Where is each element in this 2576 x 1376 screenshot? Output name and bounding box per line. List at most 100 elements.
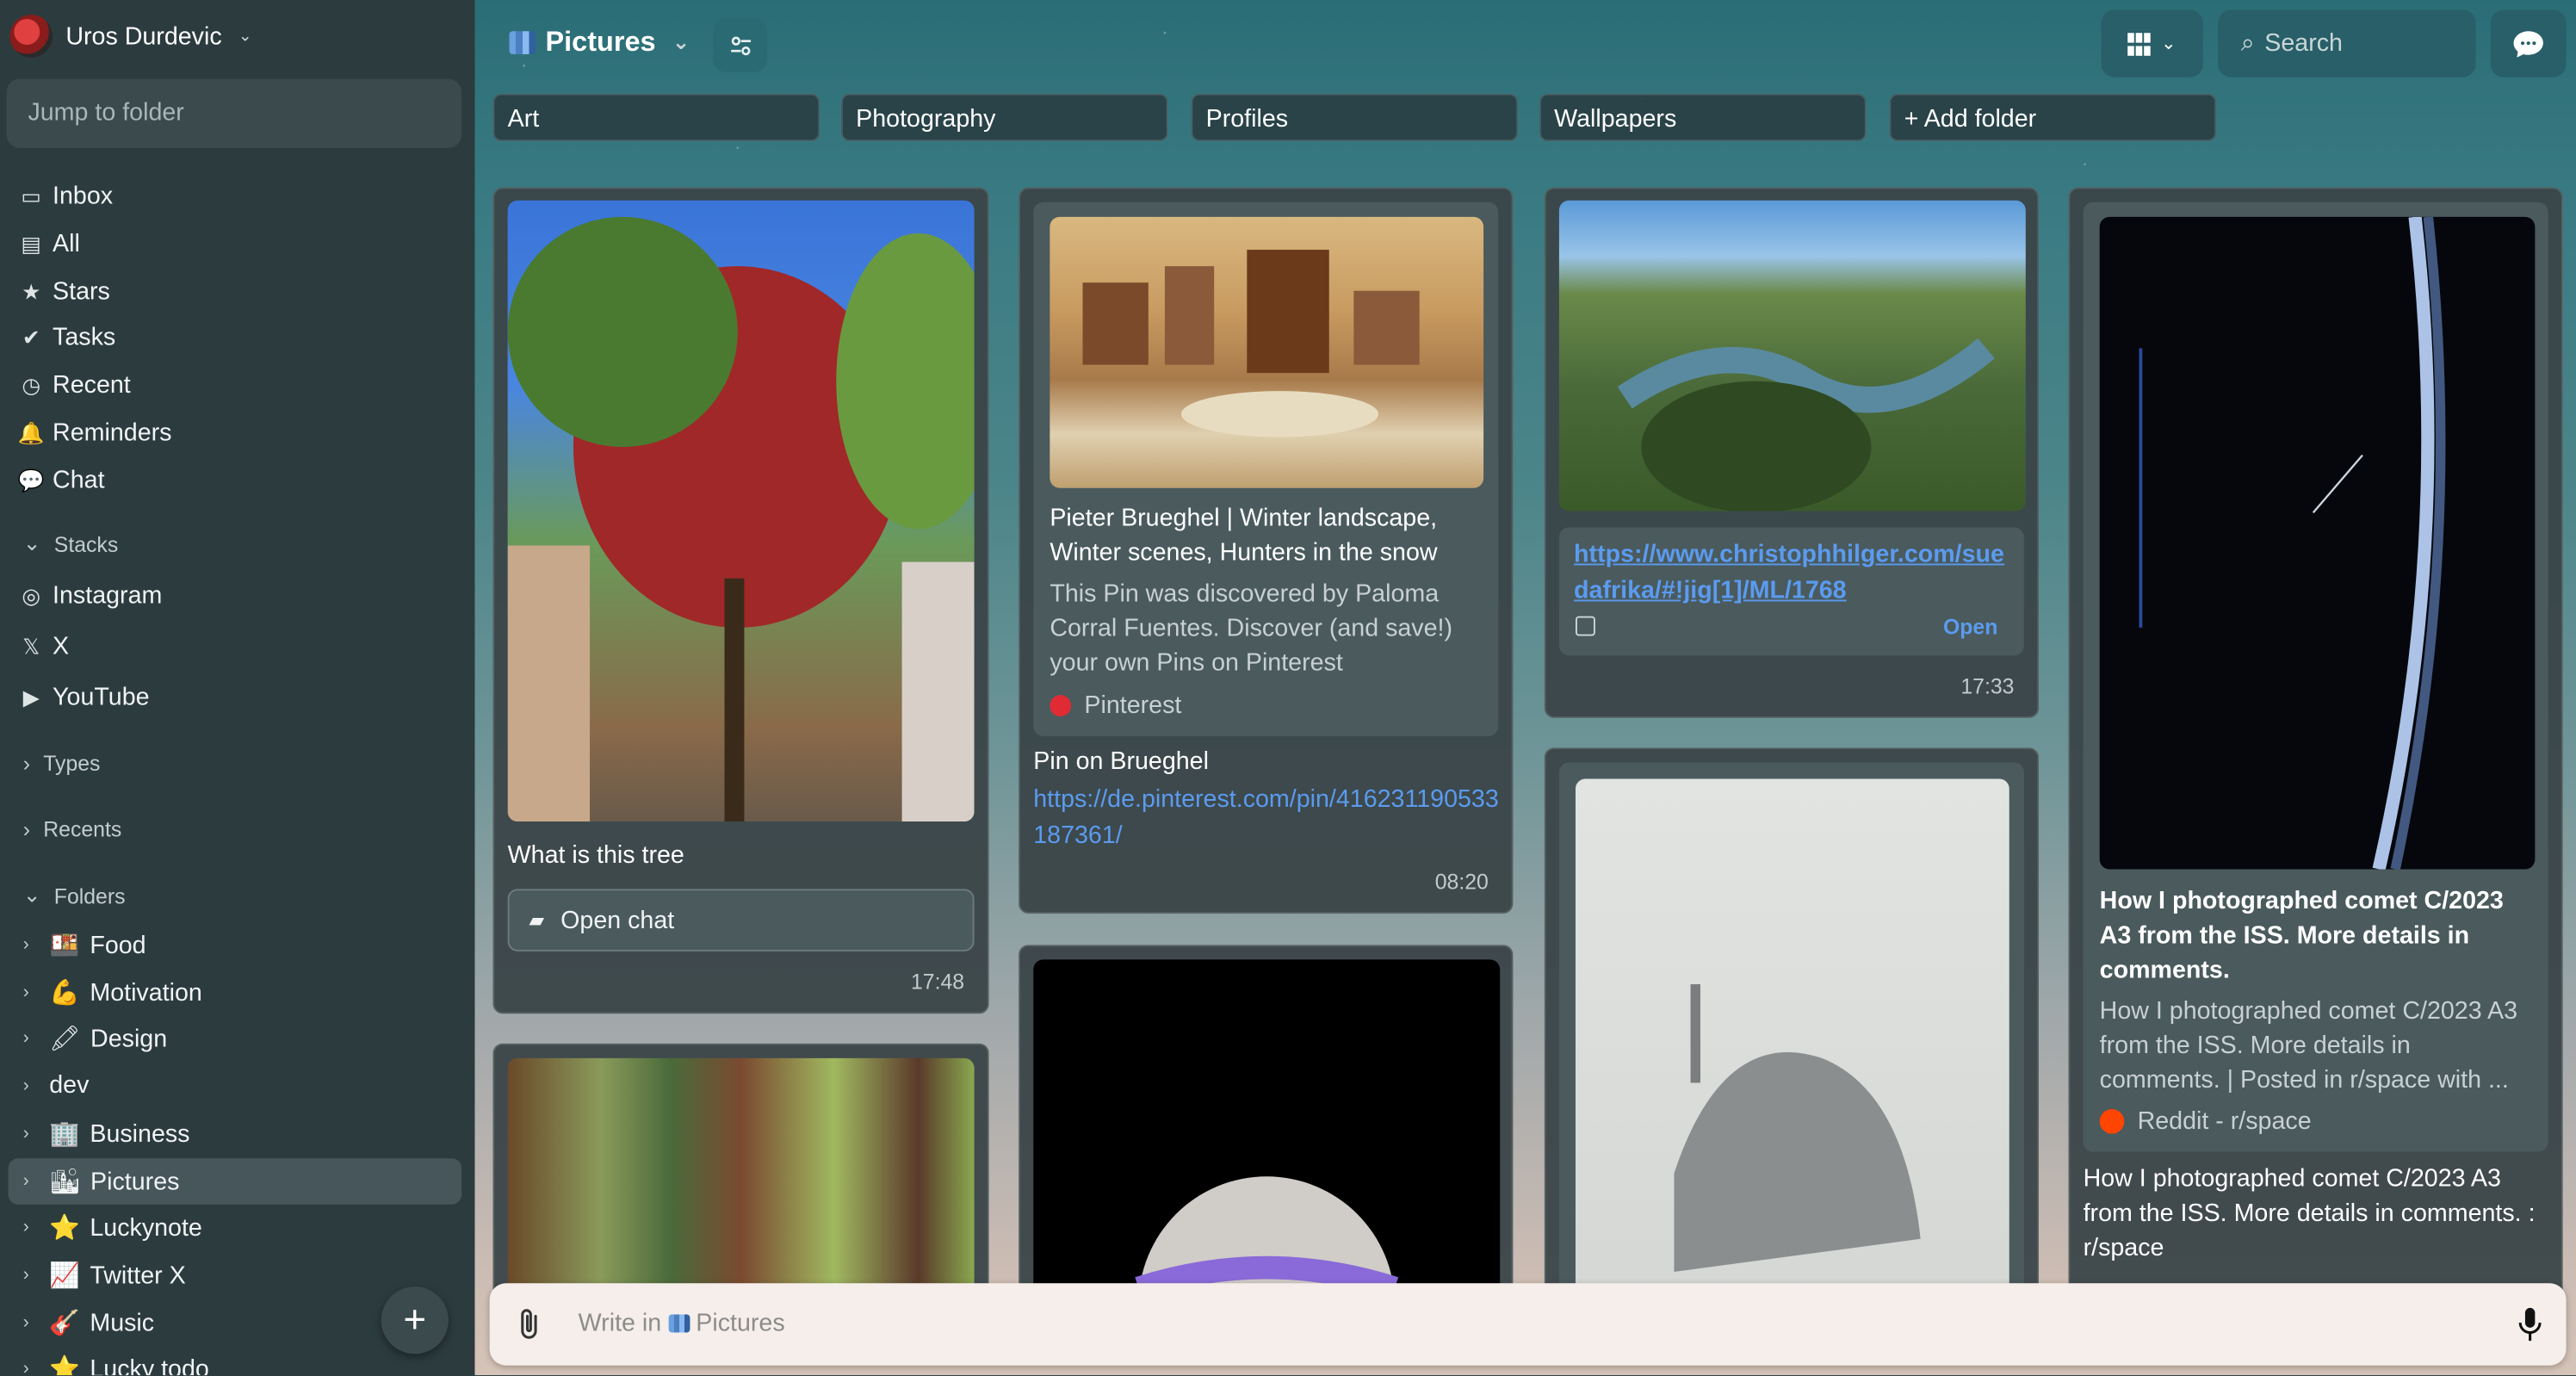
composer-placeholder[interactable]: Write in Pictures [579, 1310, 785, 1337]
card-note: How I photographed comet C/2023 A3 from … [2083, 1164, 2536, 1262]
sidebar-item-recent[interactable]: ◷ Recent [20, 371, 130, 399]
x-icon: 𝕏 [22, 633, 40, 659]
card-tree[interactable]: What is this tree ▰ Open chat 17:48 [492, 187, 989, 1014]
chevron-down-icon: ⌄ [672, 29, 690, 54]
sidebar-item-inbox[interactable]: ▭ Inbox [20, 183, 114, 210]
source-pinterest: Pinterest [1050, 691, 1181, 720]
sidebar-item-all[interactable]: ▤ All [20, 230, 80, 257]
stack-item-youtube[interactable]: ▶ YouTube [20, 684, 150, 711]
stack-item-x[interactable]: 𝕏X [20, 633, 69, 660]
chart-emoji-icon: 📈 [49, 1261, 80, 1290]
youtube-icon: ▶ [22, 684, 40, 710]
cityscape-emoji-icon: 🏙 [49, 1168, 81, 1197]
chevron-right-icon: › [22, 1124, 29, 1144]
open-link-button[interactable]: Open [1943, 615, 1997, 640]
card-planet[interactable] [1019, 945, 1514, 1323]
sidebar-item-reminders[interactable]: 🔔 Reminders [17, 419, 172, 447]
sidebar-item-tasks[interactable]: ✔ Tasks [20, 324, 115, 351]
folder-item-design[interactable]: › 🖍 Design [23, 1024, 167, 1053]
main-board: Pictures ⌄ ⌄ ⌕ Search Art Photography Pr… [474, 0, 2576, 1376]
chat-button[interactable] [2490, 9, 2567, 77]
planet-photo [1033, 959, 1501, 1322]
chevron-right-icon: › [22, 934, 29, 955]
filter-button[interactable] [713, 17, 768, 72]
card-description: This Pin was discovered by Paloma Corral… [1050, 580, 1453, 678]
grid-icon [2127, 32, 2152, 55]
forest-photo [507, 1057, 975, 1305]
folder-item-pictures[interactable]: › 🏙 Pictures [8, 1158, 462, 1205]
comet-photo [2099, 216, 2536, 870]
add-button[interactable]: + [381, 1286, 449, 1354]
chevron-right-icon: › [22, 1075, 29, 1095]
reddit-icon [2099, 1109, 2125, 1134]
subfolder-art[interactable]: Art [492, 93, 820, 142]
user-name: Uros Durdevic [65, 22, 222, 51]
section-stacks[interactable]: ⌄ Stacks [23, 530, 119, 557]
subfolder-wallpapers[interactable]: Wallpapers [1539, 93, 1867, 142]
sidebar: Uros Durdevic ⌄ Jump to folder ▭ Inbox ▤ A… [0, 0, 475, 1376]
chevron-down-icon: ⌄ [2161, 34, 2177, 54]
card-time: 08:20 [1434, 869, 1489, 895]
folder-item-luckynote[interactable]: › ⭐ Luckynote [23, 1212, 202, 1242]
folder-item-dev[interactable]: › dev [23, 1071, 90, 1099]
note-icon[interactable] [1575, 616, 1595, 636]
chat-icon: ▰ [529, 908, 545, 932]
folder-item-twitter-x[interactable]: › 📈 Twitter X [23, 1261, 186, 1290]
sidebar-item-stars[interactable]: ★ Stars [20, 277, 110, 305]
chevron-down-icon: ⌄ [238, 27, 252, 46]
pin-link[interactable]: https://de.pinterest.com/pin/41623119053… [1033, 782, 1500, 854]
card-title: How I photographed comet C/2023 A3 from … [2099, 887, 2504, 985]
card-canyon[interactable]: https://www.christophhilger.com/suedafri… [1544, 187, 2040, 718]
subfolder-profiles[interactable]: Profiles [1191, 93, 1519, 142]
search-input[interactable]: ⌕ Search [2218, 9, 2476, 77]
check-circle-icon: ✔ [22, 324, 40, 350]
folder-item-music[interactable]: › 🎸 Music [23, 1308, 154, 1337]
muscle-emoji-icon: 💪 [49, 979, 80, 1007]
chat-bubble-icon [2513, 30, 2543, 57]
star-emoji-icon: ⭐ [49, 1214, 80, 1243]
user-menu[interactable]: Uros Durdevic ⌄ [9, 15, 252, 58]
card-brueghel[interactable]: Pieter Brueghel | Winter landscape, Wint… [1019, 187, 1514, 914]
stencil-art-photo [1575, 778, 2009, 1322]
brueghel-painting [1050, 216, 1484, 488]
card-stencil[interactable] [1544, 747, 2040, 1323]
bell-icon: 🔔 [17, 419, 45, 445]
chevron-right-icon: › [22, 1217, 29, 1237]
card-comet[interactable]: How I photographed comet C/2023 A3 from … [2068, 187, 2563, 1338]
chevron-right-icon: › [22, 1265, 29, 1286]
sidebar-item-chat[interactable]: 💬 Chat [17, 467, 105, 494]
microphone-icon[interactable] [2518, 1306, 2542, 1342]
paperclip-icon[interactable] [517, 1306, 541, 1342]
cityscape-emoji-icon [509, 31, 536, 54]
card-title: Pieter Brueghel | Winter landscape, Wint… [1050, 504, 1438, 567]
sliders-icon [730, 35, 751, 55]
chat-icon: 💬 [17, 467, 45, 493]
stack-icon: ▤ [21, 231, 41, 256]
view-toggle-button[interactable]: ⌄ [2101, 9, 2203, 77]
plus-icon: + [403, 1297, 427, 1342]
stack-item-instagram[interactable]: ◎ Instagram [20, 582, 162, 610]
tree-illustration [507, 216, 975, 822]
message-composer[interactable]: Write in Pictures [489, 1283, 2567, 1366]
folder-item-business[interactable]: › 🏢 Business [23, 1119, 190, 1148]
folder-item-food[interactable]: › 🍱 Food [23, 930, 146, 959]
clock-icon: ◷ [22, 372, 41, 397]
add-folder-button[interactable]: + Add folder [1889, 93, 2217, 142]
open-chat-button[interactable]: ▰ Open chat [507, 889, 975, 951]
section-types[interactable]: › Types [23, 751, 101, 776]
section-folders[interactable]: ⌄ Folders [23, 883, 126, 909]
subfolder-photography[interactable]: Photography [840, 93, 1168, 142]
section-recents[interactable]: › Recents [23, 816, 122, 841]
card-forest[interactable] [492, 1043, 989, 1307]
folder-item-motivation[interactable]: › 💪 Motivation [23, 977, 202, 1007]
guitar-emoji-icon: 🎸 [49, 1309, 80, 1338]
chevron-right-icon: › [22, 1171, 29, 1192]
folder-item-lucky-todo[interactable]: › ⭐ Lucky todo [23, 1354, 209, 1376]
jump-to-folder-input[interactable]: Jump to folder [6, 78, 462, 148]
website-link[interactable]: https://www.christophhilger.com/suedafri… [1574, 537, 2011, 610]
inbox-icon: ▭ [21, 183, 41, 208]
search-icon: ⌕ [2240, 29, 2255, 58]
folder-title-dropdown[interactable]: Pictures ⌄ [509, 26, 690, 59]
page-title: Pictures [545, 26, 656, 58]
instagram-icon: ◎ [22, 582, 41, 608]
